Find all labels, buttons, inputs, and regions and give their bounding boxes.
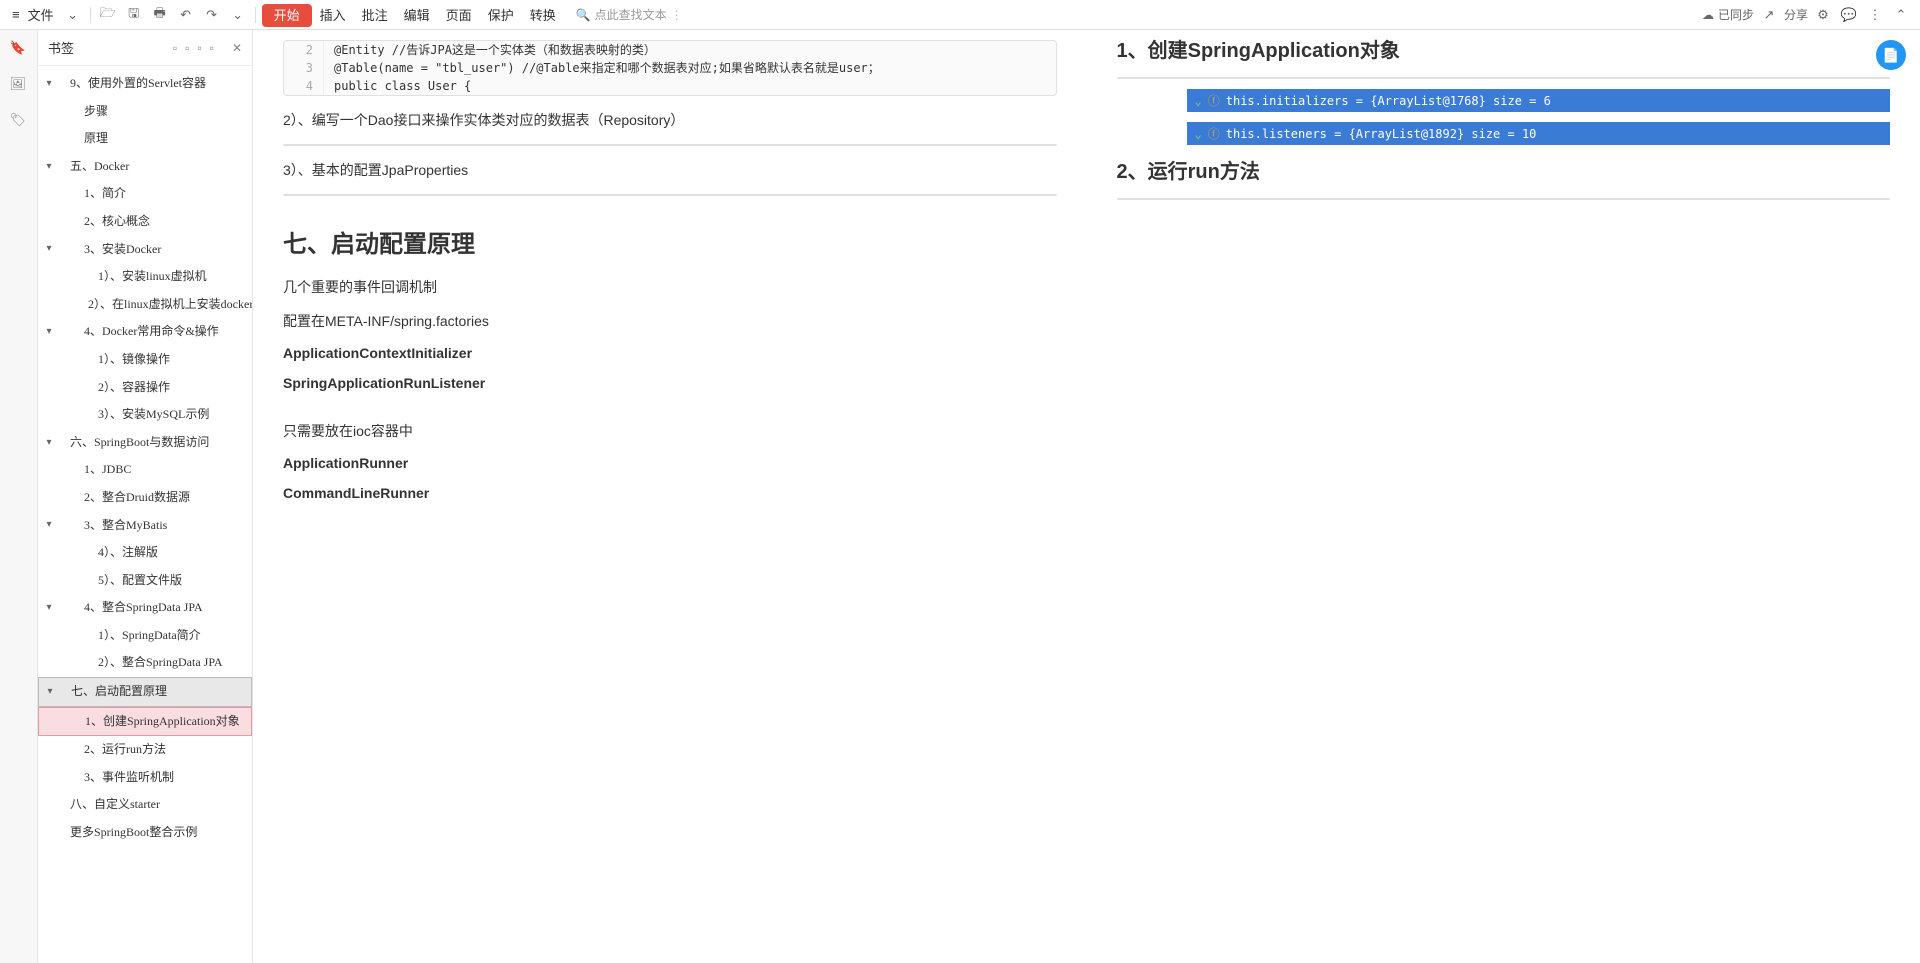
menu-icon[interactable]: ≡ bbox=[8, 5, 24, 24]
left-page: 2@Entity //告诉JPA这是一个实体类（和数据表映射的类）3@Table… bbox=[253, 30, 1087, 963]
bookmark-item[interactable]: 原理 bbox=[38, 125, 252, 153]
bookmark-rail-icon[interactable]: 🔖 bbox=[10, 40, 28, 58]
code-block-entity: 2@Entity //告诉JPA这是一个实体类（和数据表映射的类）3@Table… bbox=[283, 40, 1057, 96]
bookmark-item[interactable]: 1）、SpringData简介 bbox=[38, 622, 252, 650]
sidebar-tool-1-icon[interactable]: ▫ bbox=[173, 41, 177, 55]
expand-icon: ⌄ bbox=[1195, 127, 1202, 141]
section-repo-title: 2）、编写一个Dao接口来操作实体类对应的数据表（Repository） bbox=[283, 110, 1057, 130]
bookmark-item[interactable]: ▾五、Docker bbox=[38, 153, 252, 181]
expand-icon: ⌄ bbox=[1195, 94, 1202, 108]
p-ar: ApplicationRunner bbox=[283, 455, 1057, 471]
collapse-icon[interactable]: ⌃ bbox=[1890, 4, 1912, 26]
sidebar-tool-2-icon[interactable]: ▫ bbox=[185, 41, 189, 55]
p-sarl: SpringApplicationRunListener bbox=[283, 375, 1057, 391]
chat-icon[interactable]: 💬 bbox=[1838, 4, 1860, 26]
p-aci: ApplicationContextInitializer bbox=[283, 345, 1057, 361]
bookmark-item[interactable]: 1、创建SpringApplication对象 bbox=[38, 707, 252, 737]
file-menu[interactable]: 文件 bbox=[28, 5, 54, 24]
p-ioc: 只需要放在ioc容器中 bbox=[283, 421, 1057, 441]
search-icon: 🔍 bbox=[576, 8, 591, 22]
share-label: 分享 bbox=[1784, 6, 1808, 23]
bookmark-item[interactable]: 1、JDBC bbox=[38, 456, 252, 484]
bookmark-item[interactable]: 更多SpringBoot整合示例 bbox=[38, 819, 252, 847]
top-toolbar: ≡ 文件 ⌄ 🗁 🖫 🖶 ↶ ↷ ⌄ 开始插入批注编辑页面保护转换 🔍 点此查找… bbox=[0, 0, 1920, 30]
save-icon[interactable]: 🖫 bbox=[123, 4, 145, 26]
p-factories: 配置在META-INF/spring.factories bbox=[283, 311, 1057, 331]
bookmark-item[interactable]: ▾3、整合MyBatis bbox=[38, 512, 252, 540]
p-clr: CommandLineRunner bbox=[283, 485, 1057, 501]
undo-icon[interactable]: ↶ bbox=[175, 4, 197, 26]
code-block-initialize bbox=[1117, 77, 1891, 79]
bookmark-item[interactable]: 2）、整合SpringData JPA bbox=[38, 649, 252, 677]
kebab-icon[interactable]: ⋮ bbox=[1864, 4, 1886, 26]
more-icon[interactable]: ⌄ bbox=[227, 4, 249, 26]
field-icon: ⓕ bbox=[1208, 125, 1220, 142]
chevron-down-icon[interactable]: ⌄ bbox=[62, 4, 84, 26]
code-block-run bbox=[1117, 198, 1891, 200]
redo-icon[interactable]: ↷ bbox=[201, 4, 223, 26]
heading-create-sa: 1、创建SpringApplication对象 bbox=[1117, 34, 1891, 63]
image-rail-icon[interactable]: 🖼 bbox=[10, 76, 28, 94]
bookmark-item[interactable]: 2）、容器操作 bbox=[38, 374, 252, 402]
bookmark-item[interactable]: 步骤 bbox=[38, 98, 252, 126]
code-block-repo bbox=[283, 144, 1057, 146]
tag-rail-icon[interactable]: 🏷 bbox=[10, 112, 28, 130]
bookmark-item[interactable]: ▾4、整合SpringData JPA bbox=[38, 594, 252, 622]
share-button[interactable]: ↗ bbox=[1758, 4, 1780, 26]
bookmark-item[interactable]: 2、核心概念 bbox=[38, 208, 252, 236]
menu-转换[interactable]: 转换 bbox=[522, 4, 564, 27]
search-box[interactable]: 🔍 点此查找文本 ⋮ bbox=[576, 6, 683, 23]
sidebar-tool-3-icon[interactable]: ▫ bbox=[197, 41, 201, 55]
print-icon[interactable]: 🖶 bbox=[149, 4, 171, 26]
bookmark-item[interactable]: 八、自定义starter bbox=[38, 791, 252, 819]
sync-status[interactable]: ☁ 已同步 bbox=[1702, 6, 1754, 23]
bookmark-item[interactable]: 5）、配置文件版 bbox=[38, 567, 252, 595]
debug-header-listeners[interactable]: ⌄ ⓕ this.listeners = {ArrayList@1892} si… bbox=[1187, 122, 1891, 145]
bookmark-item[interactable]: 1）、安装linux虚拟机 bbox=[38, 263, 252, 291]
bookmark-item[interactable]: 2）、在linux虚拟机上安装docker bbox=[38, 291, 252, 319]
sidebar-close-icon[interactable]: ✕ bbox=[232, 41, 242, 55]
settings-icon[interactable]: ⚙ bbox=[1812, 4, 1834, 26]
p-callback: 几个重要的事件回调机制 bbox=[283, 277, 1057, 297]
sidebar-title: 书签 bbox=[48, 38, 74, 57]
bookmark-sidebar: 书签 ▫ ▫ ▫ ▫ ✕ ▾9、使用外置的Servlet容器步骤原理▾五、Doc… bbox=[38, 30, 253, 963]
menu-开始[interactable]: 开始 bbox=[262, 4, 312, 27]
section-jpa-title: 3）、基本的配置JpaProperties bbox=[283, 160, 1057, 180]
bookmark-item[interactable]: ▾六、SpringBoot与数据访问 bbox=[38, 429, 252, 457]
bookmark-item[interactable]: 2、运行run方法 bbox=[38, 736, 252, 764]
open-icon[interactable]: 🗁 bbox=[97, 4, 119, 26]
debug-listeners: ⌄ ⓕ this.listeners = {ArrayList@1892} si… bbox=[1187, 122, 1891, 145]
bookmark-tree: ▾9、使用外置的Servlet容器步骤原理▾五、Docker1、简介2、核心概念… bbox=[38, 66, 252, 963]
bookmark-item[interactable]: 1）、镜像操作 bbox=[38, 346, 252, 374]
float-assistant-badge[interactable]: 📄 bbox=[1876, 40, 1906, 70]
bookmark-item[interactable]: 3）、安装MySQL示例 bbox=[38, 401, 252, 429]
menu-页面[interactable]: 页面 bbox=[438, 4, 480, 27]
heading-run: 2、运行run方法 bbox=[1117, 155, 1891, 184]
bookmark-item[interactable]: ▾七、启动配置原理 bbox=[38, 677, 252, 707]
bookmark-item[interactable]: ▾3、安装Docker bbox=[38, 236, 252, 264]
bookmark-item[interactable]: 3、事件监听机制 bbox=[38, 764, 252, 792]
bookmark-item[interactable]: ▾4、Docker常用命令&操作 bbox=[38, 318, 252, 346]
sidebar-tool-4-icon[interactable]: ▫ bbox=[210, 41, 214, 55]
menu-批注[interactable]: 批注 bbox=[354, 4, 396, 27]
sidebar-header: 书签 ▫ ▫ ▫ ▫ ✕ bbox=[38, 30, 252, 66]
field-icon: ⓕ bbox=[1208, 92, 1220, 109]
menu-保护[interactable]: 保护 bbox=[480, 4, 522, 27]
right-page: 1、创建SpringApplication对象 ⌄ ⓕ this.initial… bbox=[1087, 30, 1920, 963]
left-rail: 🔖 🖼 🏷 bbox=[0, 30, 38, 963]
debug-header-initializers[interactable]: ⌄ ⓕ this.initializers = {ArrayList@1768}… bbox=[1187, 89, 1891, 112]
bookmark-item[interactable]: 2、整合Druid数据源 bbox=[38, 484, 252, 512]
bookmark-item[interactable]: ▾9、使用外置的Servlet容器 bbox=[38, 70, 252, 98]
code-block-yaml bbox=[283, 194, 1057, 196]
menu-编辑[interactable]: 编辑 bbox=[396, 4, 438, 27]
cloud-icon: ☁ bbox=[1702, 8, 1714, 22]
bookmark-item[interactable]: 4）、注解版 bbox=[38, 539, 252, 567]
bookmark-item[interactable]: 1、简介 bbox=[38, 180, 252, 208]
debug-initializers: ⌄ ⓕ this.initializers = {ArrayList@1768}… bbox=[1187, 89, 1891, 112]
document-content: 2@Entity //告诉JPA这是一个实体类（和数据表映射的类）3@Table… bbox=[253, 30, 1920, 963]
menu-插入[interactable]: 插入 bbox=[312, 4, 354, 27]
heading-startup: 七、启动配置原理 bbox=[283, 224, 1057, 259]
